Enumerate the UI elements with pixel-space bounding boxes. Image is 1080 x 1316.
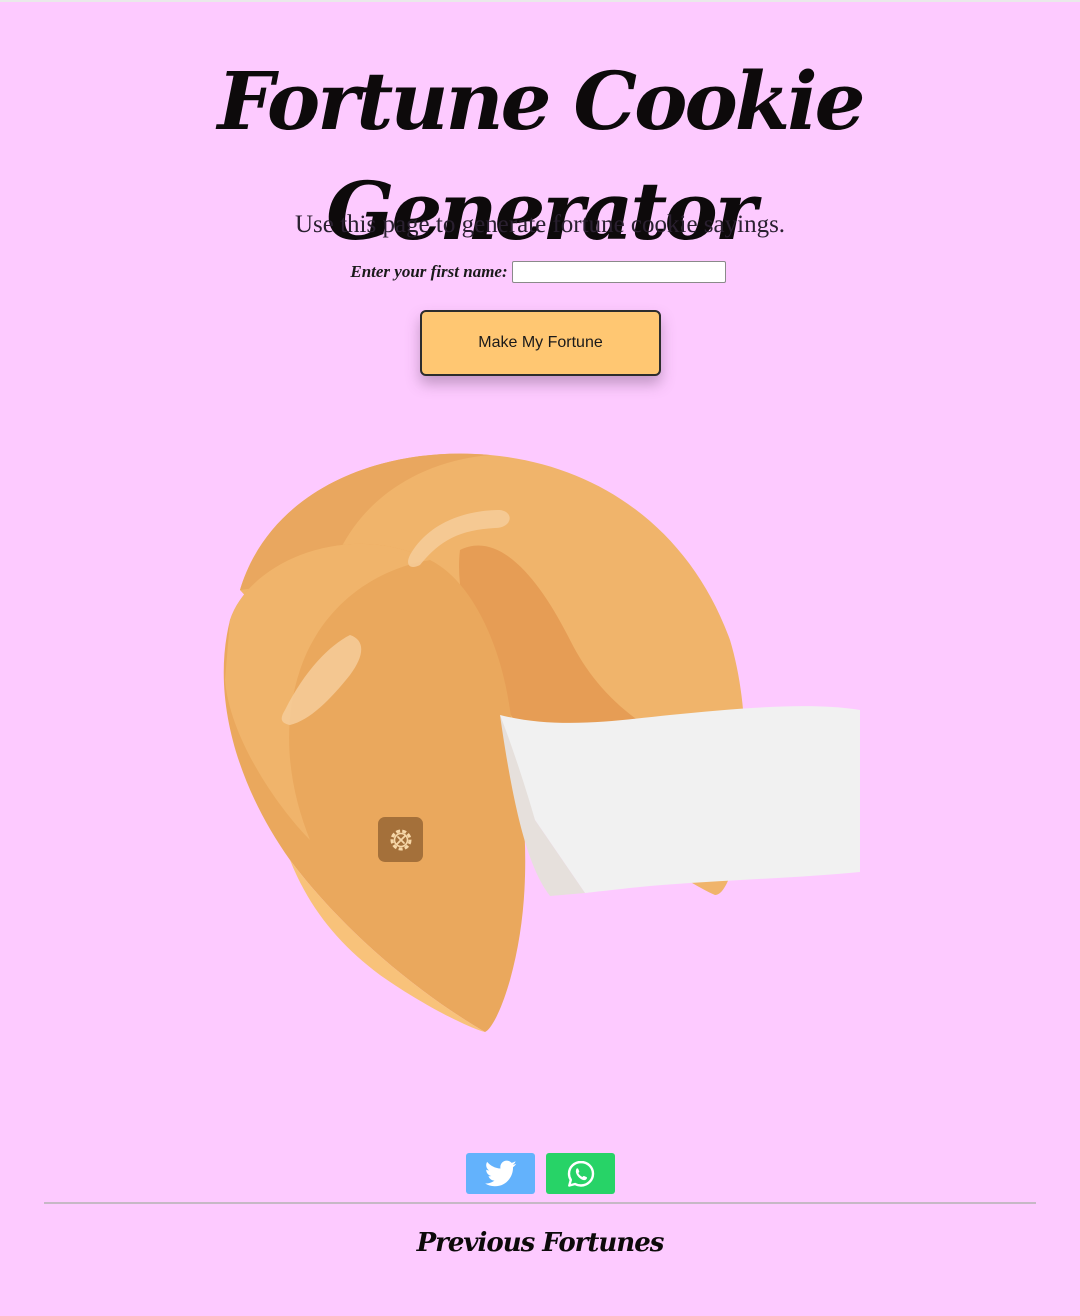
- share-buttons: [466, 1153, 615, 1194]
- settings-gear-icon: [390, 829, 411, 850]
- twitter-share-button[interactable]: [466, 1153, 535, 1194]
- fortune-cookie-image: [223, 453, 860, 1032]
- previous-fortunes-heading: Previous Fortunes: [416, 1228, 665, 1258]
- section-divider: [44, 1202, 1036, 1204]
- name-form-row: Enter your first name:: [0, 261, 1080, 283]
- settings-gear-button[interactable]: [378, 817, 423, 862]
- twitter-bird-icon: [484, 1160, 516, 1186]
- make-fortune-button[interactable]: Make My Fortune: [420, 310, 661, 376]
- intro-text: Use this page to generate fortune cookie…: [294, 211, 786, 238]
- name-label: Enter your first name:: [350, 262, 508, 281]
- whatsapp-share-button[interactable]: [546, 1153, 615, 1194]
- whatsapp-icon: [567, 1160, 594, 1187]
- first-name-input[interactable]: [511, 261, 726, 283]
- top-border: [0, 0, 1080, 2]
